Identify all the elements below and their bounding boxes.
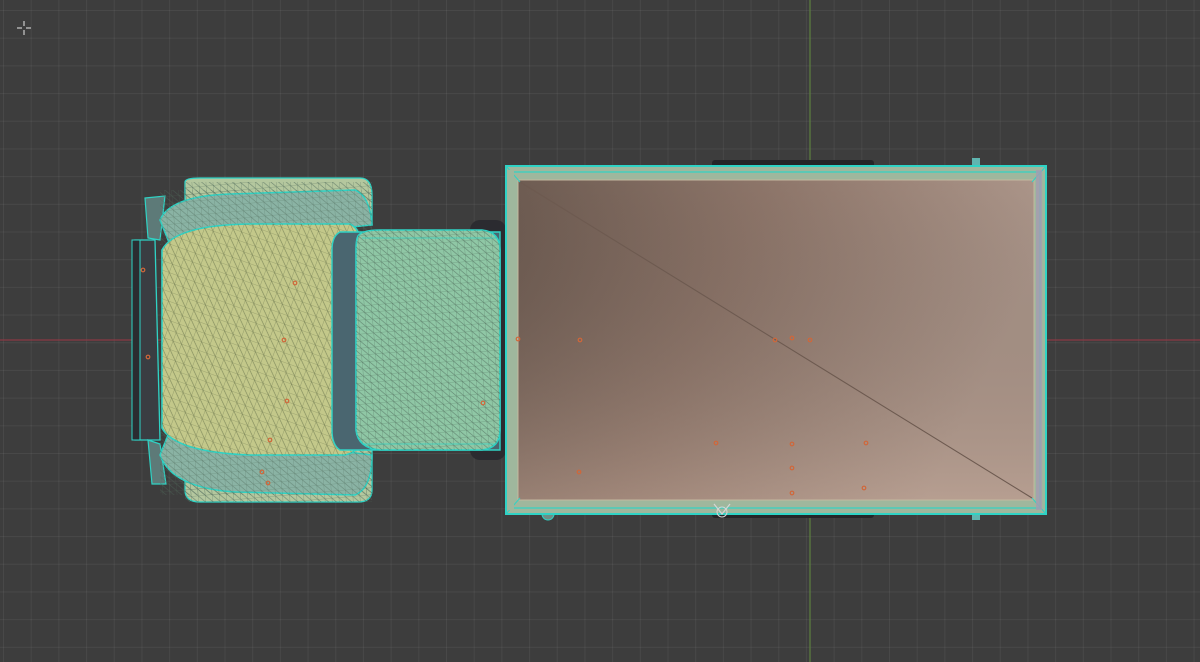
3d-cursor-icon[interactable]: [16, 20, 32, 36]
cab-roof-mesh[interactable]: [331, 229, 501, 451]
3d-viewport[interactable]: [0, 0, 1200, 662]
viewport-scene[interactable]: [0, 0, 1200, 662]
